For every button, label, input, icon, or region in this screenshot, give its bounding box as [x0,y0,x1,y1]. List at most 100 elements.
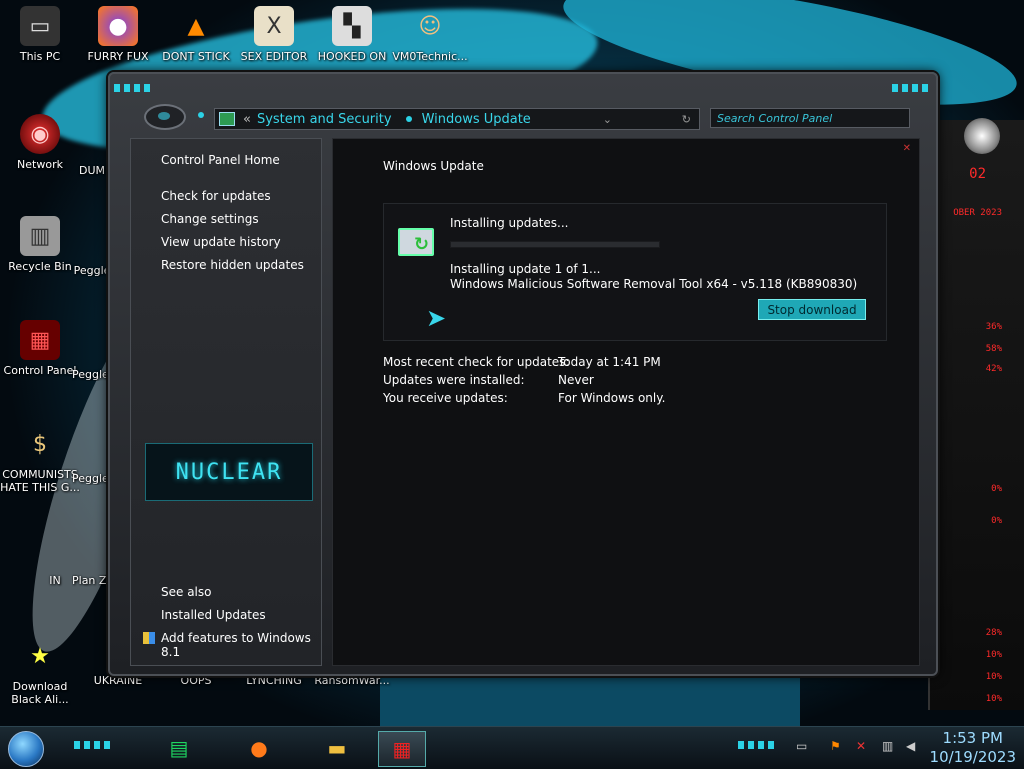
control-panel-window: « System and Security Windows Update ⌄ ↻… [108,72,938,676]
monitor-readout: 36% [985,322,1002,332]
character-icon: ★ [30,643,50,669]
page-title: Windows Update [383,159,484,173]
desktop-icon-dont-stick[interactable]: ▲ DONT STICK [156,6,236,64]
nav-add-features-label: Add features to Windows 8.1 [161,631,311,659]
breadcrumb-system-and-security[interactable]: System and Security [257,112,392,127]
monitor-readout: 28% [985,628,1002,638]
status-heading: Installing updates... [450,216,569,230]
window-titlebar: « System and Security Windows Update ⌄ ↻… [110,74,936,134]
status-line-2: Windows Malicious Software Removal Tool … [450,277,858,291]
chevron-down-icon[interactable]: ⌄ [603,113,620,126]
desktop-icon-this-pc[interactable]: ▭ This PC [0,6,80,63]
control-panel-icon: ▦ [20,320,60,360]
nav-change-settings[interactable]: Change settings [161,212,259,226]
desktop-icon-hooked-on[interactable]: ▚ HOOKED ON [312,6,392,63]
back-forward-button[interactable] [144,104,186,130]
info-value: Today at 1:41 PM [558,355,661,369]
decor-lights [74,741,114,749]
breadcrumb-overflow[interactable]: « [243,112,251,127]
taskbar: ▤ ● ▬ ▦ ▭ ⚑ ✕ ▥ ◀ 1:53 PM 10/19/2023 [0,726,1024,769]
nav-installed-updates[interactable]: Installed Updates [161,608,266,622]
desktop-icon-partial[interactable]: Peggle De [72,368,112,381]
nav-view-update-history[interactable]: View update history [161,235,281,249]
info-value: Never [558,373,594,387]
desktop-icon-network[interactable]: ◉ Network [0,114,80,171]
nav-control-panel-home[interactable]: Control Panel Home [161,153,280,167]
system-clock[interactable]: 1:53 PM 10/19/2023 [930,729,1016,767]
monitor-readout: 0% [991,516,1002,526]
address-bar[interactable]: « System and Security Windows Update ⌄ ↻ [214,108,700,130]
breadcrumb-separator [405,116,412,122]
refresh-icon[interactable]: ↻ [682,113,699,126]
volume-icon[interactable]: ◀ [906,739,915,753]
desktop-icon-communists[interactable]: $ COMMUNISTS HATE THIS G... [0,424,80,495]
desktop-icon-vm0technic[interactable]: ☺ VM0Technic... [390,6,470,64]
desktop-icon-recycle-bin[interactable]: ▥ Recycle Bin [0,216,80,273]
clock-time: 1:53 PM [942,729,1003,747]
nav-restore-hidden-updates[interactable]: Restore hidden updates [161,258,304,272]
info-label: Most recent check for updates: [383,355,570,369]
control-panel-icon [219,112,235,126]
see-also-heading: See also [161,585,212,599]
taskbar-control-panel-icon[interactable]: ▦ [378,731,426,767]
update-status-box: Installing updates... Installing update … [383,203,887,341]
taskbar-file-explorer-icon[interactable]: ▬ [314,731,360,765]
install-progress-bar [450,241,660,248]
monitor-readout: 0% [991,484,1002,494]
hex-editor-icon: X [254,6,294,46]
maze-icon: ▚ [332,6,372,46]
desktop-icon-control-panel[interactable]: ▦ Control Panel [0,320,80,377]
desktop-icon-sex-editor[interactable]: X SEX EDITOR [234,6,314,63]
system-monitor-panel: 02 OBER 2023 36% 58% 42% 0% 0% 28% 10% 1… [928,120,1024,710]
monitor-readout: OBER 2023 [953,208,1002,218]
taskbar-firefox-icon[interactable]: ● [236,731,282,765]
desktop-icon-partial[interactable]: DUM [72,164,112,177]
desktop-icon-download-black-ali[interactable]: ★ Download Black Ali... [0,636,80,707]
monitor-readout: 02 [969,166,986,182]
network-icon: ◉ [20,114,60,154]
desktop-icon-partial[interactable]: IN [40,574,70,587]
keyboard-icon[interactable]: ▭ [796,739,807,753]
info-label: Updates were installed: [383,373,525,387]
monitor-readout: 10% [985,672,1002,682]
monitor-readout: 10% [985,650,1002,660]
monitor-readout: 42% [985,364,1002,374]
wallpaper-bottom [380,668,800,726]
nuclear-logo: NUCLEAR [145,443,313,501]
close-icon[interactable]: ✕ [903,143,911,154]
nav-add-features[interactable]: Add features to Windows 8.1 [143,631,321,659]
info-value: For Windows only. [558,391,666,405]
breadcrumb-windows-update[interactable]: Windows Update [422,112,531,127]
windows-update-icon [398,228,434,256]
mouse-cursor-icon: ➤ [426,304,447,332]
notification-flag-icon[interactable]: ⚑ [830,739,841,753]
desktop-icon-partial[interactable]: Plan Zo [72,574,112,587]
status-line-1: Installing update 1 of 1... [450,262,601,276]
vlc-cone-icon: ▲ [187,13,205,39]
decor-lights [114,84,154,92]
decor-lights [738,741,778,749]
action-center-icon[interactable]: ✕ [856,739,866,753]
doctor-icon: ☺ [418,13,442,39]
content-pane: ✕ Windows Update Installing updates... I… [332,138,920,666]
info-label: You receive updates: [383,391,508,405]
search-input[interactable]: Search Control Panel [710,108,910,128]
monitor-readout: 10% [985,694,1002,704]
desktop-icon-partial[interactable]: Peggle of Wa [72,472,112,485]
desktop-icon-partial[interactable]: Peggle [72,264,112,277]
monitor-readout: 58% [985,344,1002,354]
desktop-icon-furry-fux[interactable]: ● FURRY FUX [78,6,158,63]
alien-logo-icon [964,118,1000,154]
recent-pages-dot[interactable] [198,112,204,118]
decor-lights [892,84,932,92]
money-bag-icon: $ [33,431,47,457]
windows-features-icon [143,632,155,644]
network-tray-icon[interactable]: ▥ [882,739,893,753]
navigation-pane: Control Panel Home Check for updates Cha… [130,138,322,666]
firefox-icon: ● [98,6,138,46]
taskbar-notes-app-icon[interactable]: ▤ [156,731,202,765]
stop-download-button[interactable]: Stop download [758,299,866,320]
nav-check-for-updates[interactable]: Check for updates [161,189,271,203]
start-button[interactable] [8,731,44,767]
clock-date: 10/19/2023 [929,748,1016,766]
